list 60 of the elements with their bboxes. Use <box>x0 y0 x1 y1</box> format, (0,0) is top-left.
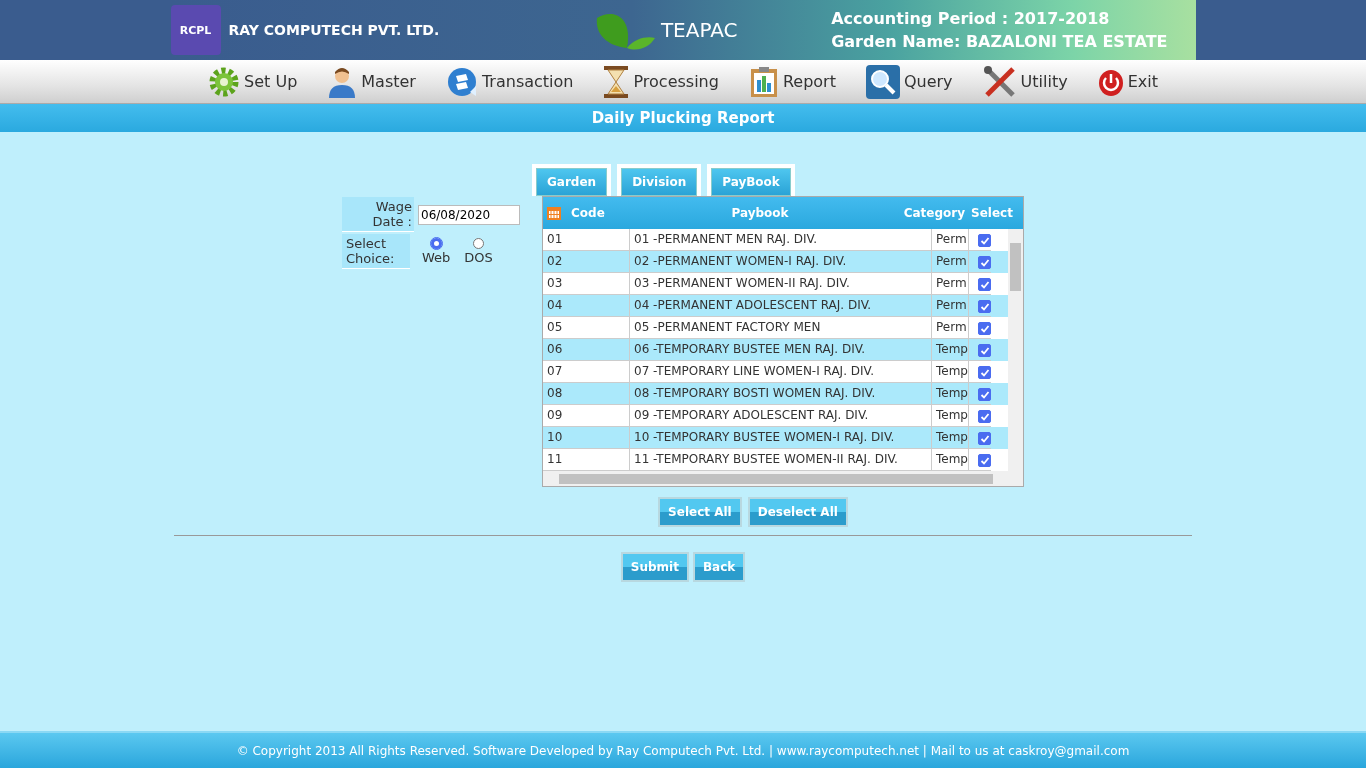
column-header: Category <box>902 206 966 220</box>
checkbox[interactable] <box>978 234 991 247</box>
checkbox[interactable] <box>978 410 991 423</box>
radio-option[interactable]: DOS <box>464 238 493 265</box>
accounting-period: Accounting Period : 2017-2018 <box>831 8 1111 30</box>
horizontal-scrollbar[interactable] <box>543 471 1023 486</box>
page-title: Daily Plucking Report <box>591 109 775 127</box>
person-icon <box>327 65 358 98</box>
table-cell: Temp <box>932 427 969 449</box>
app-name: TEAPAC <box>660 18 738 42</box>
table-cell: 06 <box>543 339 630 361</box>
checkbox[interactable] <box>978 344 991 357</box>
company-logo: RCPL <box>170 5 221 55</box>
table-cell: Perm <box>932 251 969 273</box>
table-cell: Perm <box>932 295 969 317</box>
checkbox[interactable] <box>978 454 991 467</box>
checkbox[interactable] <box>978 322 991 335</box>
table-cell: 08 -TEMPORARY BOSTI WOMEN RAJ. DIV. <box>630 383 932 405</box>
menu-item[interactable]: Transaction <box>445 65 574 98</box>
table-cell: 02 -PERMANENT WOMEN-I RAJ. DIV. <box>630 251 932 273</box>
checkbox[interactable] <box>978 388 991 401</box>
gear-icon <box>208 65 241 98</box>
search-icon <box>865 64 900 99</box>
menu-item[interactable]: Exit <box>1097 66 1158 97</box>
column-header: Code <box>571 206 605 220</box>
table-cell: 10 <box>543 427 630 449</box>
company-name: RAY COMPUTECH PVT. LTD. <box>228 22 440 38</box>
table-cell: 06 -TEMPORARY BUSTEE MEN RAJ. DIV. <box>630 339 932 361</box>
menu-item[interactable]: Processing <box>603 64 719 99</box>
table-cell: 04 <box>543 295 630 317</box>
transaction-icon <box>445 65 478 98</box>
clipboard-icon <box>748 65 779 98</box>
table-cell: 02 <box>543 251 630 273</box>
menu-item[interactable]: Master <box>327 65 416 98</box>
table-cell: 04 -PERMANENT ADOLESCENT RAJ. DIV. <box>630 295 932 317</box>
menu-item[interactable]: Utility <box>982 64 1068 99</box>
radio-option[interactable]: Web <box>422 238 451 265</box>
checkbox[interactable] <box>978 300 991 313</box>
checkbox[interactable] <box>978 432 991 445</box>
vertical-scrollbar[interactable] <box>1008 229 1023 471</box>
wage-date-field[interactable]: 06/08/2020 <box>418 204 520 225</box>
tools-icon <box>982 64 1017 99</box>
table-cell: 10 -TEMPORARY BUSTEE WOMEN-I RAJ. DIV. <box>630 427 932 449</box>
table-cell: Temp <box>932 383 969 405</box>
column-header: Select <box>971 206 1014 220</box>
checkbox[interactable] <box>978 366 991 379</box>
menu-item[interactable]: Set Up <box>208 65 298 98</box>
select-choice-label: Select Choice: <box>342 234 410 269</box>
copyright-text: © Copyright 2013 All Rights Reserved. Software Developed by Ray Computech Pvt. Ltd. | www.raycomputech.net | Mail to us at caskroy@gmail.com <box>236 743 1130 758</box>
wage-date-label: Wage Date : <box>342 197 414 232</box>
checkbox[interactable] <box>978 256 991 269</box>
menu-item[interactable]: Report <box>748 65 836 98</box>
checkbox[interactable] <box>978 278 991 291</box>
garden-name: Garden Name: BAZALONI TEA ESTATE <box>831 31 1168 53</box>
hourglass-icon <box>603 64 630 99</box>
column-header: Paybook <box>730 206 790 220</box>
table-cell: Temp <box>932 339 969 361</box>
calendar-icon <box>547 206 561 220</box>
menu-item[interactable]: Query <box>865 64 953 99</box>
table-cell: 08 <box>543 383 630 405</box>
